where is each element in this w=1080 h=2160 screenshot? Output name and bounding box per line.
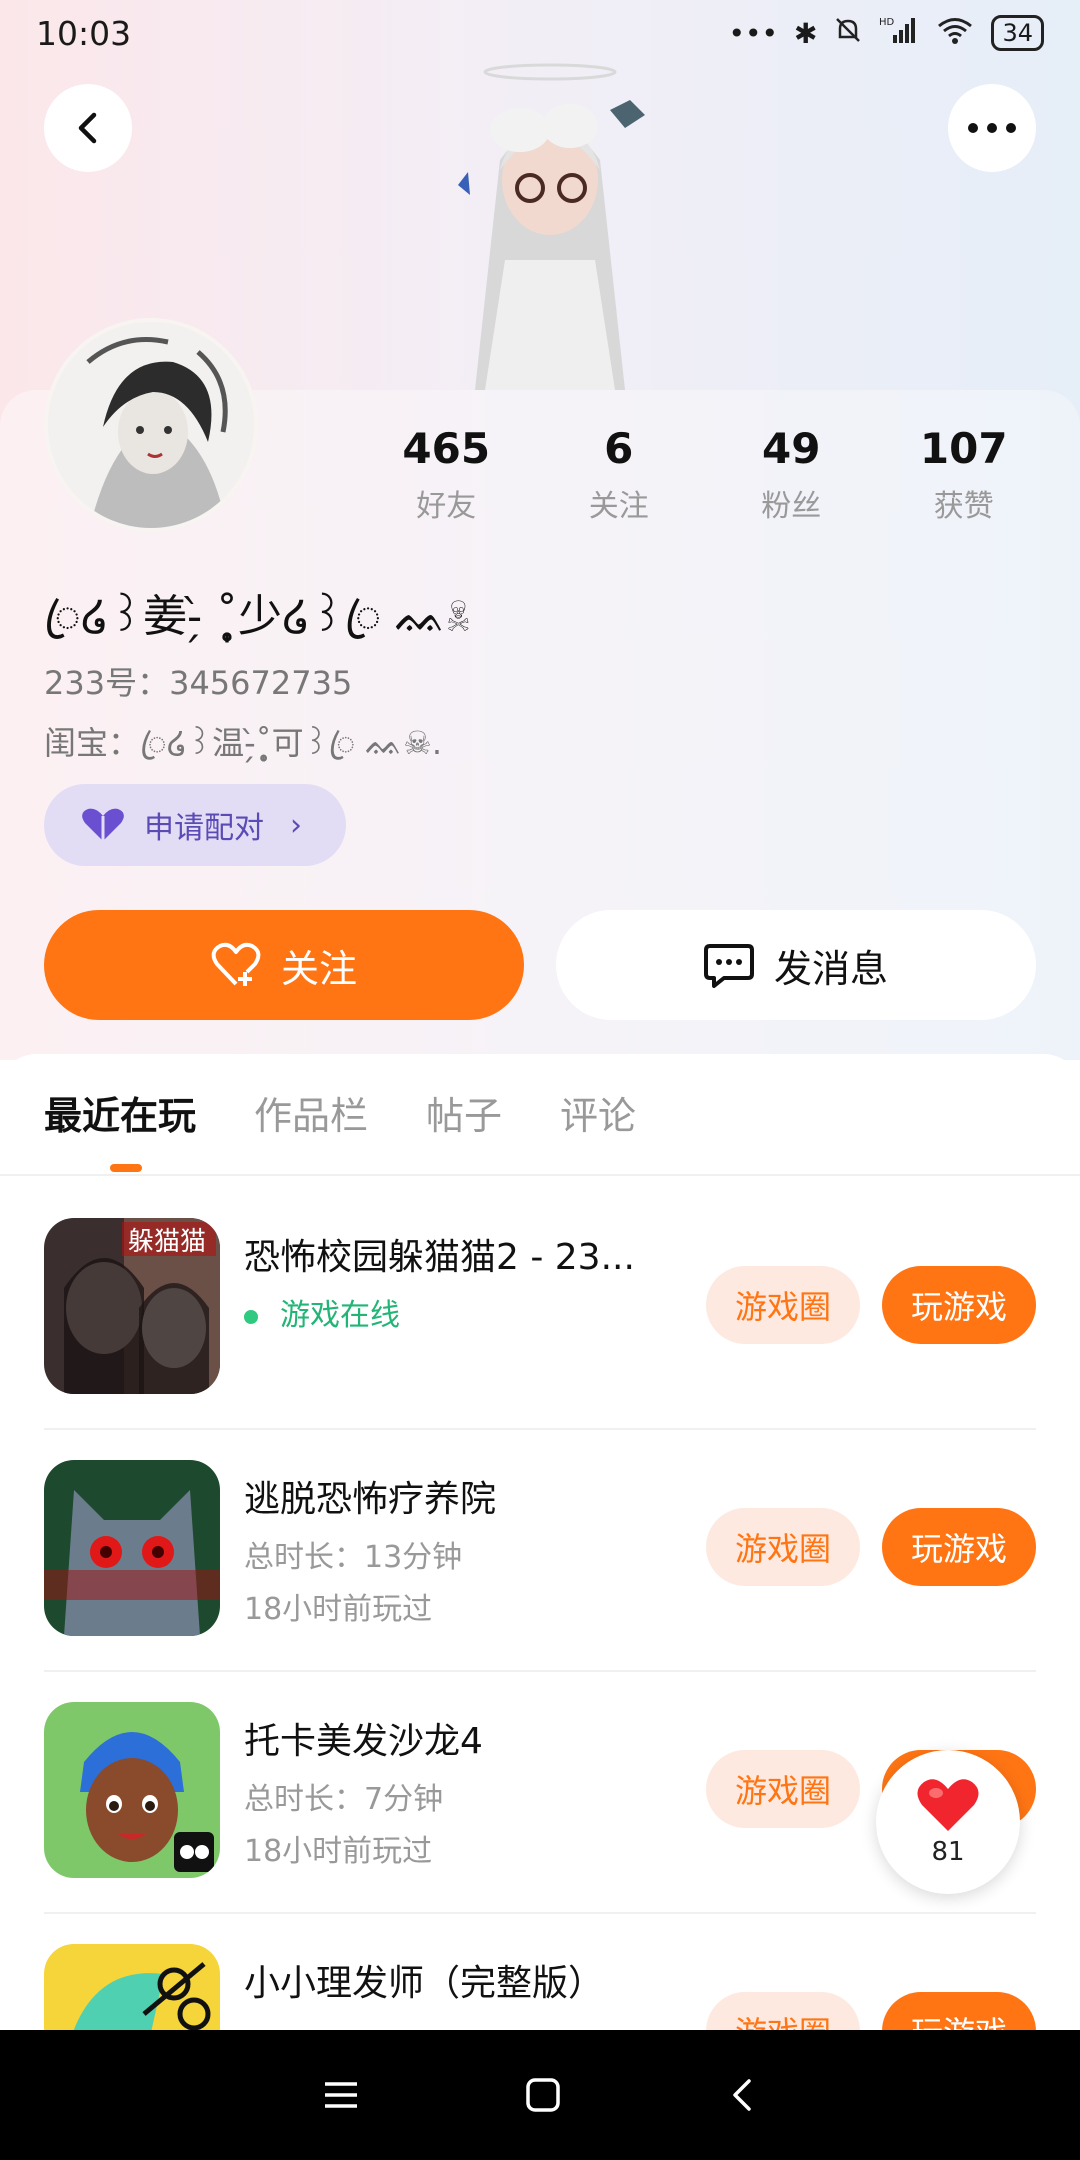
status-bar: 10:03 ••• ✱ HD 34: [0, 0, 1080, 66]
more-dots-icon: [968, 123, 1016, 133]
heart-pair-icon: [82, 808, 124, 841]
stat-label: 粉丝: [761, 489, 822, 524]
battery-indicator: 34: [991, 15, 1044, 51]
stat-fans[interactable]: 49 粉丝: [711, 424, 871, 525]
game-last-played: 18小时前玩过: [244, 1592, 433, 1627]
avatar-illustration: [48, 322, 254, 528]
chevron-right-icon: ›: [290, 807, 302, 843]
game-title: 恐怖校园躲猫猫2 - 23...: [244, 1237, 635, 1278]
play-game-button[interactable]: 玩游戏: [882, 1266, 1036, 1344]
chevron-left-icon: [78, 112, 97, 144]
svg-text:HD: HD: [879, 17, 895, 28]
mute-bell-icon: [833, 15, 863, 52]
game-circle-button[interactable]: 游戏圈: [706, 1750, 860, 1828]
stat-friends[interactable]: 465 好友: [366, 424, 526, 525]
system-nav-bar: [0, 2030, 1080, 2160]
stat-following[interactable]: 6 关注: [539, 424, 699, 525]
tab-recently-played[interactable]: 最近在玩: [44, 1085, 196, 1140]
like-count: 81: [931, 1837, 965, 1867]
game-title: 托卡美发沙龙4: [244, 1721, 483, 1762]
game-list-item[interactable]: 躲猫猫 恐怖校园躲猫猫2 - 23... 游戏在线 游戏圈 玩游戏: [44, 1218, 1036, 1394]
back-button[interactable]: [44, 84, 132, 172]
stat-label: 获赞: [933, 489, 994, 524]
stat-label: 关注: [588, 489, 649, 524]
tab-works[interactable]: 作品栏: [254, 1085, 368, 1140]
stat-label: 好友: [416, 489, 477, 524]
like-button[interactable]: 81: [876, 1750, 1020, 1894]
game-title: 小小理发师（完整版）: [244, 1963, 605, 2004]
divider: [44, 1428, 1036, 1430]
game-icon[interactable]: 躲猫猫: [44, 1218, 220, 1394]
message-button-label: 发消息: [773, 946, 888, 991]
signal-icon: HD: [879, 15, 919, 52]
online-status-text: 游戏在线: [280, 1298, 400, 1333]
heart-plus-icon: [211, 942, 261, 986]
game-playtime: 总时长：13分钟: [244, 1540, 463, 1575]
chat-bubble-icon: [703, 944, 754, 988]
home-square-icon[interactable]: [525, 2077, 561, 2113]
3d-avatar-character[interactable]: [430, 60, 670, 390]
divider: [44, 1670, 1036, 1672]
heart-icon: [917, 1779, 979, 1831]
stat-value: 6: [604, 424, 634, 473]
game-circle-button[interactable]: 游戏圈: [706, 1266, 860, 1344]
menu-icon[interactable]: [323, 2080, 359, 2110]
pair-button-label: 申请配对: [144, 811, 264, 846]
tab-posts[interactable]: 帖子: [426, 1085, 502, 1140]
profile-stats: 465 好友 6 关注 49 粉丝 107 获赞: [360, 424, 1050, 525]
game-playtime: 总时长：7分钟: [244, 1782, 444, 1817]
status-time: 10:03: [36, 13, 132, 53]
game-circle-button[interactable]: 游戏圈: [706, 1508, 860, 1586]
profile-avatar[interactable]: [44, 318, 258, 532]
stat-value: 465: [402, 424, 491, 473]
online-dot-icon: [244, 1309, 258, 1324]
game-icon[interactable]: [44, 1702, 220, 1878]
stat-value: 49: [762, 424, 821, 473]
follow-button[interactable]: 关注: [44, 910, 524, 1020]
svg-text:躲猫猫: 躲猫猫: [128, 1227, 206, 1257]
profile-tabs: 最近在玩 作品栏 帖子 评论: [44, 1085, 636, 1140]
game-list-item[interactable]: 逃脱恐怖疗养院 总时长：13分钟 18小时前玩过 游戏圈 玩游戏: [44, 1460, 1036, 1636]
more-button[interactable]: [948, 84, 1036, 172]
apply-pair-button[interactable]: 申请配对 ›: [44, 784, 346, 866]
game-last-played: 18小时前玩过: [244, 1834, 433, 1869]
active-tab-indicator: [110, 1164, 142, 1172]
send-message-button[interactable]: 发消息: [556, 910, 1036, 1020]
play-game-button[interactable]: 玩游戏: [882, 1508, 1036, 1586]
divider: [0, 1174, 1080, 1176]
tab-comments[interactable]: 评论: [560, 1085, 636, 1140]
follow-button-label: 关注: [280, 946, 357, 991]
game-status: 游戏在线: [244, 1290, 400, 1334]
user-id: 233号：345672735: [44, 664, 353, 702]
stat-value: 107: [919, 424, 1008, 473]
game-title: 逃脱恐怖疗养院: [244, 1479, 497, 1520]
bestie-info[interactable]: 闺宝：ꦿ໒꒱温-̗̀˚̩̥̩̥可꒱ꦿ ᨐ☠.: [44, 718, 442, 784]
stat-likes[interactable]: 107 获赞: [884, 424, 1044, 525]
back-nav-icon[interactable]: [727, 2077, 757, 2113]
game-icon[interactable]: [44, 1460, 220, 1636]
more-notifications-icon: •••: [728, 16, 778, 50]
wifi-icon: [935, 15, 975, 52]
divider: [44, 1912, 1036, 1914]
bluetooth-icon: ✱: [793, 16, 818, 50]
